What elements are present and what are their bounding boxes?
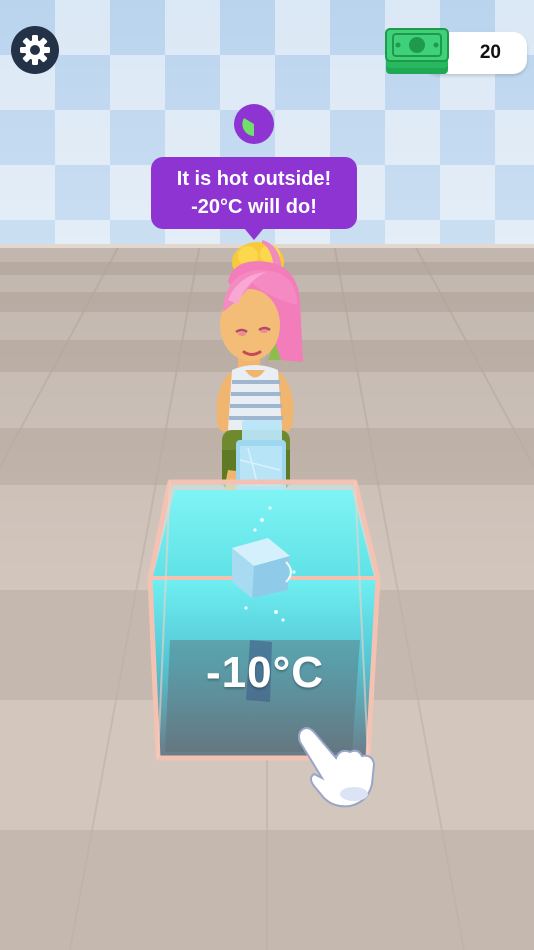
speech-line-1: It is hot outside! bbox=[176, 168, 332, 190]
cash-counter: 20 bbox=[384, 28, 527, 76]
gear-icon bbox=[20, 35, 50, 65]
speech-line-2: -20°C will do! bbox=[191, 196, 317, 218]
tap-hand-icon bbox=[298, 727, 376, 808]
customer-speech-bubble: It is hot outside! -20°C will do! bbox=[151, 157, 357, 229]
tank-temperature: -10°C bbox=[206, 648, 324, 697]
timer-pie-icon bbox=[234, 104, 274, 144]
speech-bubble-tail bbox=[244, 228, 264, 240]
cash-stack-icon bbox=[385, 28, 449, 74]
settings-button[interactable] bbox=[11, 26, 59, 74]
freezer-tank bbox=[147, 479, 381, 761]
